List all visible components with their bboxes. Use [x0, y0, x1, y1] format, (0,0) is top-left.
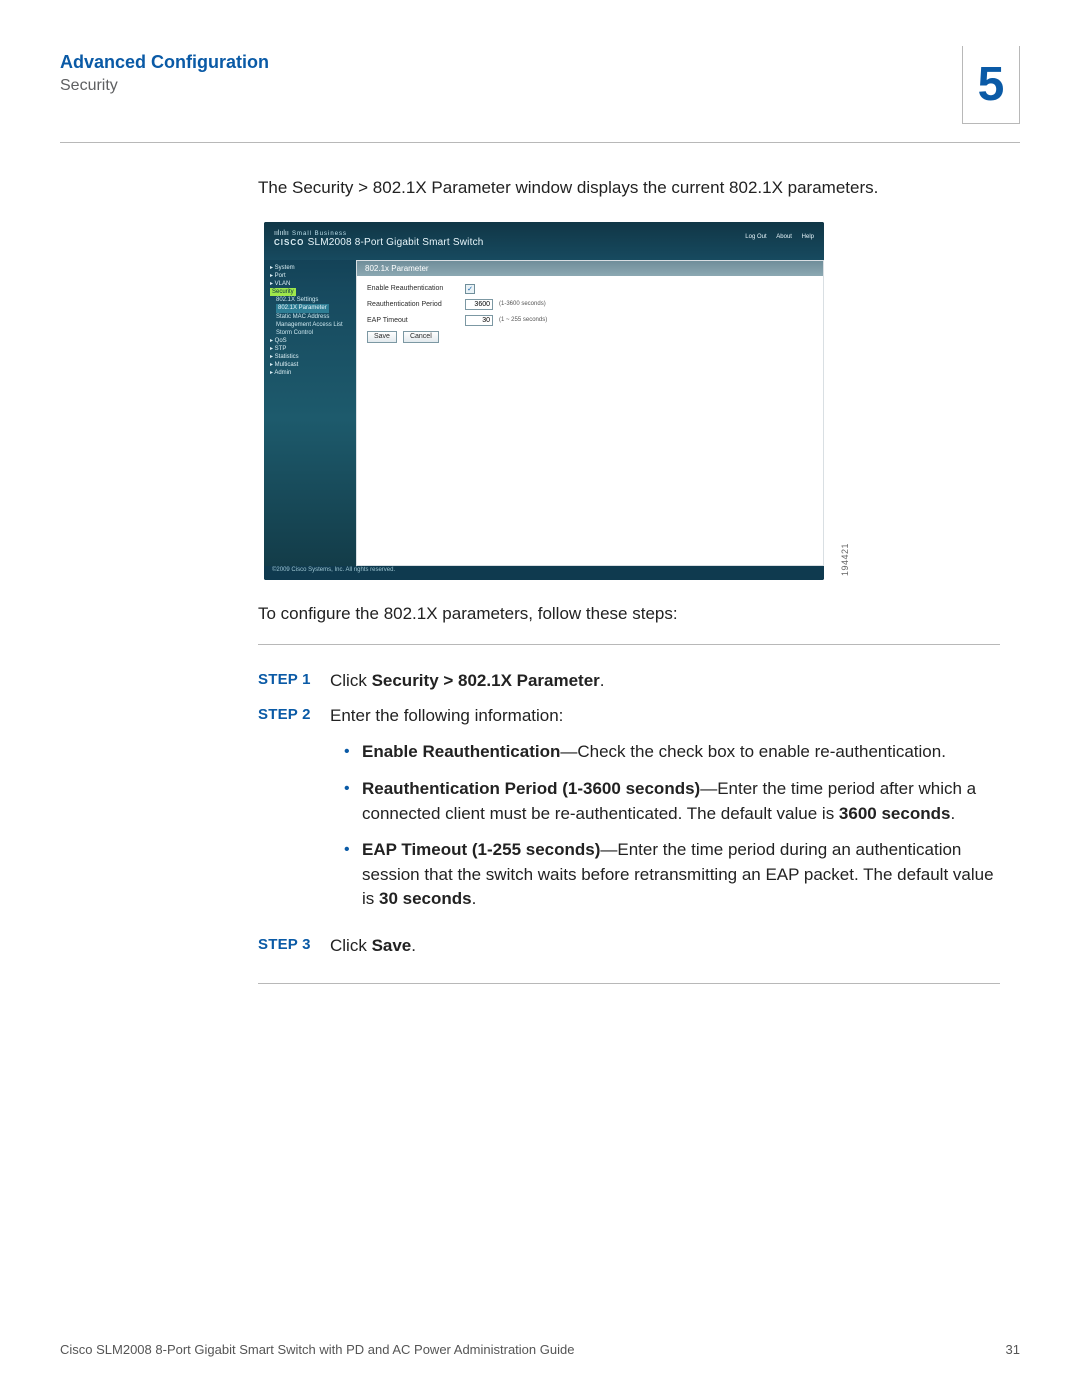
header-divider	[60, 142, 1020, 143]
lead-paragraph: To configure the 802.1X parameters, foll…	[258, 604, 1000, 624]
sidebar-item-storm-control[interactable]: Storm Control	[276, 329, 356, 337]
sidebar-item-mgmt-acl[interactable]: Management Access List	[276, 321, 356, 329]
sidebar-item-stp[interactable]: ▸ STP	[270, 345, 356, 353]
footer-page-number: 31	[1006, 1342, 1020, 1357]
enable-reauth-label: Enable Reauthentication	[367, 285, 459, 292]
reauth-period-hint: (1-3600 seconds)	[499, 301, 546, 307]
save-button[interactable]: Save	[367, 331, 397, 343]
figure-id: 194421	[840, 543, 850, 576]
sidebar-item-qos[interactable]: ▸ QoS	[270, 337, 356, 345]
sidebar-item-port[interactable]: ▸ Port	[270, 272, 356, 280]
sidebar-item-system[interactable]: ▸ System	[270, 264, 356, 272]
step-3-label: STEP 3	[258, 934, 330, 959]
sidebar-item-security[interactable]: Security	[270, 288, 296, 296]
sidebar-item-multicast[interactable]: ▸ Multicast	[270, 361, 356, 369]
sidebar-item-8021x-settings[interactable]: 802.1X Settings	[276, 296, 356, 304]
intro-paragraph: The Security > 802.1X Parameter window d…	[258, 177, 1000, 200]
section-subtitle: Security	[60, 77, 269, 95]
about-link[interactable]: About	[776, 234, 792, 240]
step-1-label: STEP 1	[258, 669, 330, 694]
bullet-enable-reauth: Enable Reauthentication—Check the check …	[330, 740, 1000, 765]
step-2-label: STEP 2	[258, 704, 330, 924]
panel-title: 802.1x Parameter	[357, 261, 823, 276]
reauth-period-input[interactable]	[465, 299, 493, 310]
sidebar-item-8021x-parameter[interactable]: 802.1X Parameter	[276, 304, 329, 312]
step-2-body: Enter the following information: Enable …	[330, 704, 1000, 924]
bullet-reauth-period: Reauthentication Period (1-3600 seconds)…	[330, 777, 1000, 826]
sidebar-item-static-mac[interactable]: Static MAC Address	[276, 313, 356, 321]
reauth-period-label: Reauthentication Period	[367, 301, 459, 308]
step-1-body: Click Security > 802.1X Parameter.	[330, 669, 1000, 694]
screenshot-footer: ©2009 Cisco Systems, Inc. All rights res…	[264, 566, 824, 580]
chapter-number: 5	[978, 57, 1005, 112]
bullet-eap-timeout: EAP Timeout (1-255 seconds)—Enter the ti…	[330, 838, 1000, 912]
eap-timeout-hint: (1 ~ 255 seconds)	[499, 317, 547, 323]
sidebar-item-statistics[interactable]: ▸ Statistics	[270, 353, 356, 361]
steps-block: STEP 1 Click Security > 802.1X Parameter…	[258, 644, 1000, 984]
cisco-logo: ıılıılıı Small Business CISCO SLM2008 8-…	[274, 228, 484, 260]
eap-timeout-label: EAP Timeout	[367, 317, 459, 324]
sidebar-item-vlan[interactable]: ▸ VLAN	[270, 280, 356, 288]
footer-doc-title: Cisco SLM2008 8-Port Gigabit Smart Switc…	[60, 1342, 574, 1357]
help-link[interactable]: Help	[802, 234, 814, 240]
section-title: Advanced Configuration	[60, 52, 269, 73]
cancel-button[interactable]: Cancel	[403, 331, 439, 343]
enable-reauth-checkbox[interactable]: ✓	[465, 284, 475, 294]
chapter-badge: 5	[962, 46, 1020, 124]
step-3-body: Click Save.	[330, 934, 1000, 959]
sidebar: ▸ System ▸ Port ▸ VLAN Security 802.1X S…	[264, 260, 356, 566]
eap-timeout-input[interactable]	[465, 315, 493, 326]
embedded-screenshot: ıılıılıı Small Business CISCO SLM2008 8-…	[264, 222, 836, 580]
logout-link[interactable]: Log Out	[745, 234, 766, 240]
sidebar-item-admin[interactable]: ▸ Admin	[270, 369, 356, 377]
